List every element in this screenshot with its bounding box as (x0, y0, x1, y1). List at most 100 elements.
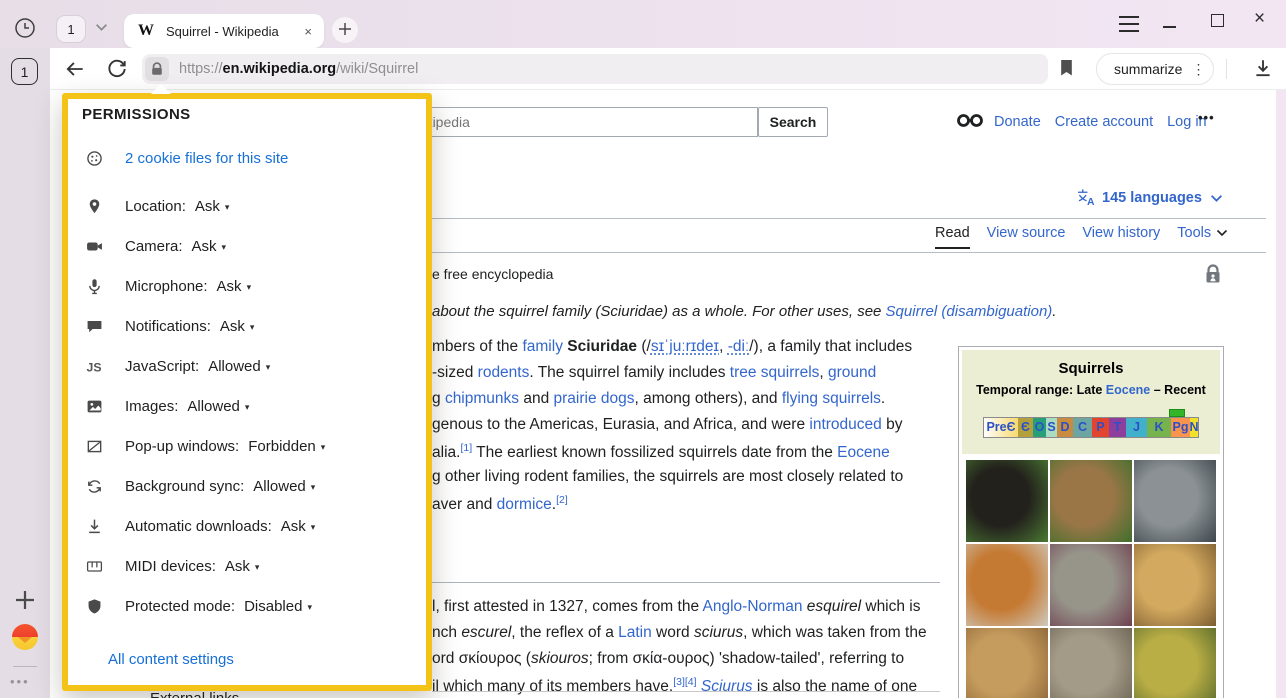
background-sync-dropdown[interactable]: Allowed▾ (253, 478, 315, 495)
inline-link[interactable]: Eocene (837, 444, 890, 461)
inline-link[interactable]: Anglo-Norman (703, 598, 803, 615)
inline-sup[interactable]: [1] (460, 442, 472, 454)
permission-row-microphone[interactable]: Microphone:Ask▾ (86, 275, 251, 297)
tab-list-chevron-button[interactable] (92, 20, 110, 34)
header-more-icon[interactable]: ••• (1198, 110, 1215, 125)
inline-link[interactable]: prairie dogs (554, 390, 635, 407)
chevron-down-icon[interactable] (1210, 194, 1223, 203)
browser-tab[interactable]: W Squirrel - Wikipedia × (124, 14, 324, 48)
address-bar[interactable]: https://en.wikipedia.org/wiki/Squirrel (142, 54, 1048, 84)
photo-fox-squirrel[interactable] (966, 544, 1048, 626)
inline-link[interactable]: Squirrel (disambiguation) (886, 303, 1053, 320)
tab-count-pill[interactable]: 1 (56, 15, 86, 43)
address-toolbar: https://en.wikipedia.org/wiki/Squirrel 6… (50, 48, 1286, 90)
photo-chipmunk[interactable] (1050, 460, 1132, 542)
new-tab-button[interactable] (332, 17, 358, 43)
tab-title: Squirrel - Wikipedia (166, 24, 304, 39)
location-dropdown[interactable]: Ask▾ (195, 198, 230, 215)
tab-counter-badge[interactable]: 1 (11, 58, 38, 85)
permission-row-images[interactable]: Images:Allowed▾ (86, 395, 249, 417)
inline-sup[interactable]: [3][4] (673, 676, 696, 688)
photo-gray-squirrel[interactable] (1134, 460, 1216, 542)
photo-backlit-ground-squirrel[interactable] (1134, 544, 1216, 626)
sidebar-divider (13, 666, 37, 667)
photo-black-giant-squirrel[interactable] (966, 460, 1048, 542)
sidebar-more-icon[interactable]: ••• (10, 674, 30, 689)
summarize-button[interactable]: 66 summarize ⋮ (1096, 53, 1214, 85)
summarize-menu-icon[interactable]: ⋮ (1191, 61, 1205, 78)
inline-link[interactable]: introduced (809, 416, 881, 433)
microphone-dropdown[interactable]: Ask▾ (217, 278, 252, 295)
clock-icon (13, 16, 37, 40)
camera-dropdown[interactable]: Ask▾ (192, 238, 227, 255)
inline-link[interactable]: flying squirrels (782, 390, 881, 407)
downloads-icon[interactable] (1252, 57, 1274, 79)
permission-row-background-sync[interactable]: Background sync:Allowed▾ (86, 475, 315, 497)
notifications-dropdown[interactable]: Ask▾ (220, 318, 255, 335)
appearance-icon[interactable] (956, 113, 984, 128)
protected-mode-dropdown[interactable]: Disabled▾ (244, 598, 312, 615)
maximize-button[interactable] (1211, 14, 1224, 27)
paragraph-line: aver and dormice.[2] (432, 494, 568, 514)
url-text[interactable]: https://en.wikipedia.org/wiki/Squirrel (179, 61, 418, 77)
squirrel-photo-grid (962, 460, 1220, 698)
external-links-label[interactable]: External links (150, 690, 239, 698)
browser-menu-icon[interactable] (1119, 16, 1139, 32)
caret-down-icon: ▾ (321, 440, 326, 453)
inline-link[interactable]: dormice (497, 496, 552, 513)
permission-row-camera[interactable]: Camera:Ask▾ (86, 235, 226, 257)
inline-link[interactable]: chipmunks (445, 390, 519, 407)
inline-sup[interactable]: [2] (556, 494, 568, 506)
photo-african-ground-squirrels[interactable] (966, 628, 1048, 698)
site-tagline: e free encyclopedia (432, 266, 553, 282)
languages-dropdown[interactable]: 145 languages (1102, 190, 1202, 206)
permission-row-automatic-downloads[interactable]: Automatic downloads:Ask▾ (86, 515, 315, 537)
automatic-downloads-dropdown[interactable]: Ask▾ (281, 518, 316, 535)
photo-ground-squirrel[interactable] (1050, 544, 1132, 626)
close-window-button[interactable]: × (1254, 9, 1265, 29)
timeline-range-marker (1169, 409, 1185, 417)
permission-row-midi-devices[interactable]: MIDI devices: Ask▾ (86, 555, 259, 577)
permission-row-notifications[interactable]: Notifications:Ask▾ (86, 315, 254, 337)
reload-button[interactable] (106, 58, 128, 80)
site-lock-icon[interactable] (145, 57, 169, 81)
photo-marmots[interactable] (1050, 628, 1132, 698)
images-dropdown[interactable]: Allowed▾ (187, 398, 249, 415)
tab-tools[interactable]: Tools (1177, 225, 1228, 241)
permission-row-protected-mode[interactable]: Protected mode:Disabled▾ (86, 595, 312, 617)
sidebar-add-button[interactable] (13, 588, 37, 612)
inline-link[interactable]: ground (828, 364, 876, 381)
permission-label: MIDI devices: (125, 558, 216, 575)
cookie-files-link[interactable]: 2 cookie files for this site (86, 150, 288, 167)
permission-row-location[interactable]: Location:Ask▾ (86, 195, 229, 217)
photo-prairie-dogs[interactable] (1134, 628, 1216, 698)
tab-close-icon[interactable]: × (304, 24, 312, 39)
history-button[interactable] (13, 16, 37, 40)
tab-read[interactable]: Read (935, 225, 970, 241)
all-content-settings-link[interactable]: All content settings (108, 651, 234, 668)
pop-up-windows-dropdown[interactable]: Forbidden▾ (248, 438, 325, 455)
search-button[interactable]: Search (758, 107, 828, 137)
tab-view-history[interactable]: View history (1082, 225, 1160, 241)
back-button[interactable] (64, 58, 86, 80)
permission-row-javascript[interactable]: JSJavaScript:Allowed▾ (86, 355, 270, 377)
inline-link[interactable]: Latin (618, 624, 652, 641)
javascript-dropdown[interactable]: Allowed▾ (208, 358, 270, 375)
inline-link[interactable]: family (522, 338, 562, 355)
caret-down-icon: ▾ (222, 240, 227, 253)
tab-view-source[interactable]: View source (987, 225, 1066, 241)
inline-dlink[interactable]: -diː (728, 338, 750, 355)
inline-dlink[interactable]: sɪˈjuːrɪdeɪ (651, 338, 719, 355)
header-link-donate[interactable]: Donate (994, 114, 1041, 130)
midi-devices-dropdown[interactable]: Ask▾ (225, 558, 260, 575)
inline-il[interactable]: Sciurus (701, 678, 753, 695)
bookmark-icon[interactable] (1058, 58, 1075, 78)
inline-link[interactable]: rodents (478, 364, 530, 381)
permission-row-pop-up-windows[interactable]: Pop-up windows:Forbidden▾ (86, 435, 325, 457)
header-link-create-account[interactable]: Create account (1055, 114, 1153, 130)
inline-link[interactable]: Eocene (1106, 383, 1150, 397)
yandex-mail-icon[interactable] (12, 624, 38, 650)
inline-link[interactable]: tree squirrels (730, 364, 820, 381)
minimize-button[interactable] (1163, 26, 1176, 28)
inline-text: , (819, 364, 828, 381)
